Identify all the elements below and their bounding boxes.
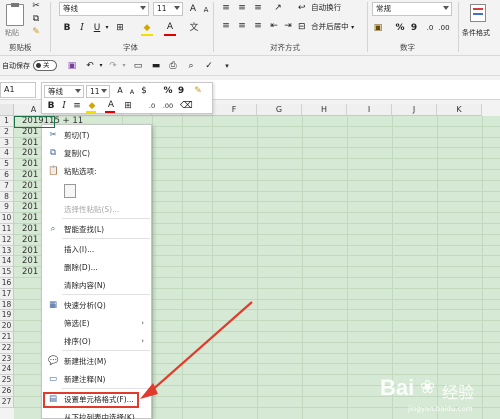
cell-a15[interactable]: 201	[22, 267, 38, 277]
cell-a13[interactable]: 201	[22, 246, 38, 256]
watermark-paw-icon: ❀	[420, 377, 436, 398]
baidu-watermark: Bai ❀ 经验 jingyan.baidu.com	[378, 375, 498, 419]
cell-a3[interactable]: 201	[22, 138, 38, 148]
annotation-arrow-head	[140, 383, 158, 399]
annotation-arrow	[140, 301, 253, 399]
cell-a12[interactable]: 201	[22, 235, 38, 245]
cell-a9[interactable]: 201	[22, 202, 38, 212]
cell-a10[interactable]: 201	[22, 213, 38, 223]
cell-a8[interactable]: 201	[22, 192, 38, 202]
cell-a5[interactable]: 201	[22, 159, 38, 169]
cell-a4[interactable]: 201	[22, 148, 38, 158]
active-cell-outline	[14, 116, 55, 128]
cell-a7[interactable]: 201	[22, 181, 38, 191]
watermark-url: jingyan.baidu.com	[408, 405, 473, 413]
cell-a11[interactable]: 201	[22, 224, 38, 234]
watermark-jingyan: 经验	[442, 383, 475, 402]
annotation-arrow-line	[149, 301, 253, 393]
cell-a14[interactable]: 201	[22, 256, 38, 266]
cell-a2[interactable]: 201	[22, 127, 38, 137]
cell-a6[interactable]: 201	[22, 170, 38, 180]
watermark-brand: Bai	[380, 375, 415, 400]
